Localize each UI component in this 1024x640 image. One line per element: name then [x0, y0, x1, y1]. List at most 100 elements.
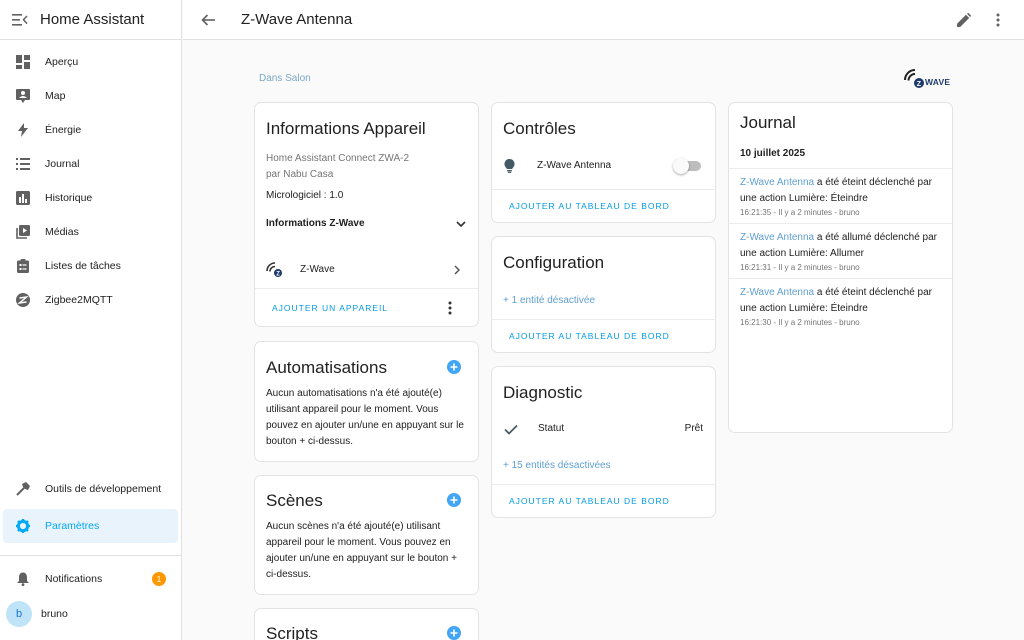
zwave-info-expander[interactable]: Informations Z-Wave — [266, 216, 466, 232]
logbook-entity-link[interactable]: Z-Wave Antenna — [740, 287, 814, 298]
zwave-integration-icon: Z — [266, 262, 288, 278]
list-icon — [15, 156, 31, 172]
status-label: Statut — [538, 423, 565, 434]
logbook-entries: Z-Wave Antenna a été éteint déclenché pa… — [729, 168, 952, 333]
automations-empty-text: Aucun automatisations n'a été ajouté(e) … — [266, 388, 464, 447]
device-model: Home Assistant Connect ZWA-2 — [266, 153, 410, 164]
dashboard-icon — [15, 54, 31, 70]
check-icon — [504, 424, 518, 435]
automations-title: Automatisations — [266, 358, 387, 377]
logbook-card: Journal 10 juillet 2025 Z-Wave Antenna a… — [728, 102, 953, 433]
sidebar-item-historique[interactable]: Historique — [3, 181, 178, 215]
controls-card: Contrôles Z-Wave Antenna AJOUTER AU TABL… — [491, 102, 716, 223]
sidebar-item-label: Énergie — [45, 124, 82, 136]
logbook-entry: Z-Wave Antenna a été éteint déclenché pa… — [729, 168, 952, 223]
add-to-dashboard-button[interactable]: AJOUTER AU TABLEAU DE BORD — [509, 331, 670, 341]
add-to-dashboard-button[interactable]: AJOUTER AU TABLEAU DE BORD — [509, 496, 670, 506]
scripts-card: Scripts — [254, 608, 479, 640]
lightning-icon — [15, 122, 31, 138]
sidebar-item-energie[interactable]: Énergie — [3, 113, 178, 147]
zwave-info-label: Informations Z-Wave — [266, 218, 365, 229]
user-profile[interactable]: b bruno — [0, 596, 181, 632]
logbook-entity-link[interactable]: Z-Wave Antenna — [740, 177, 814, 188]
add-scene-button[interactable] — [447, 493, 461, 507]
sidebar-item-listes-taches[interactable]: Listes de tâches — [3, 249, 178, 283]
sidebar-item-zigbee2mqtt[interactable]: Zigbee2MQTT — [3, 283, 178, 317]
sidebar-item-label: Aperçu — [45, 56, 79, 68]
notification-badge: 1 — [152, 572, 166, 586]
map-icon — [15, 88, 31, 104]
diagnostic-title: Diagnostic — [503, 383, 583, 402]
sidebar-item-label: Outils de développement — [45, 483, 162, 495]
sidebar-item-dev-tools[interactable]: Outils de développement — [3, 472, 178, 506]
play-box-icon — [15, 224, 31, 240]
scenes-title: Scènes — [266, 491, 323, 510]
sidebar-item-apercu[interactable]: Aperçu — [3, 45, 178, 79]
chevron-right-icon — [454, 265, 460, 275]
logbook-entity-link[interactable]: Z-Wave Antenna — [740, 232, 814, 243]
user-name: bruno — [41, 608, 68, 620]
disabled-entities-link[interactable]: + 15 entités désactivées — [503, 460, 611, 471]
bell-icon — [15, 571, 31, 587]
configuration-card: Configuration + 1 entité désactivée AJOU… — [491, 236, 716, 353]
add-automation-button[interactable] — [447, 360, 461, 374]
app-title: Home Assistant — [40, 11, 145, 28]
top-bar: Z-Wave Antenna — [183, 0, 1024, 40]
logo-text: WAVE — [925, 77, 951, 87]
sidebar-item-label: Paramètres — [45, 520, 100, 532]
zwave-logo: Z WAVE — [903, 68, 955, 92]
disabled-entities-link[interactable]: + 1 entité désactivée — [503, 295, 595, 306]
svg-text:Z: Z — [917, 81, 922, 88]
sidebar: Home Assistant Aperçu Map Énergie Journa… — [0, 0, 182, 640]
device-firmware: Micrologiciel : 1.0 — [266, 190, 344, 201]
sidebar-item-journal[interactable]: Journal — [3, 147, 178, 181]
area-link[interactable]: Dans Salon — [259, 73, 311, 84]
sidebar-header: Home Assistant — [0, 0, 181, 40]
logbook-title: Journal — [740, 113, 796, 132]
hammer-icon — [15, 481, 31, 497]
add-device-button[interactable]: AJOUTER UN APPAREIL — [272, 303, 388, 313]
logbook-entry-meta: 16:21:31 - Il y a 2 minutes - bruno — [740, 263, 860, 272]
pencil-icon[interactable] — [956, 12, 972, 28]
logbook-entry: Z-Wave Antenna a été éteint déclenché pa… — [729, 278, 952, 333]
sidebar-item-label: Médias — [45, 226, 79, 238]
sidebar-item-label: Zigbee2MQTT — [45, 294, 113, 306]
menu-collapse-icon[interactable] — [12, 12, 28, 28]
status-row[interactable]: Statut Prêt — [504, 421, 703, 437]
more-vertical-icon[interactable] — [448, 301, 452, 315]
configuration-title: Configuration — [503, 253, 605, 272]
logbook-entry-meta: 16:21:30 - Il y a 2 minutes - bruno — [740, 318, 860, 327]
avatar: b — [6, 601, 32, 627]
logbook-entry-meta: 16:21:35 - Il y a 2 minutes - bruno — [740, 208, 860, 217]
controls-actions: AJOUTER AU TABLEAU DE BORD — [492, 189, 715, 222]
sidebar-item-map[interactable]: Map — [3, 79, 178, 113]
back-arrow-icon[interactable] — [201, 12, 217, 28]
svg-text:Z: Z — [276, 272, 280, 278]
scenes-empty-text: Aucun scènes n'a été ajouté(e) utilisant… — [266, 521, 457, 580]
sidebar-divider — [0, 555, 181, 556]
integration-zwave-row[interactable]: Z Z-Wave — [266, 261, 460, 279]
clipboard-list-icon — [15, 258, 31, 274]
sidebar-item-parametres[interactable]: Paramètres — [3, 509, 178, 543]
scripts-title: Scripts — [266, 624, 318, 640]
device-info-actions: AJOUTER UN APPAREIL — [255, 288, 478, 326]
sidebar-item-medias[interactable]: Médias — [3, 215, 178, 249]
entity-toggle[interactable] — [673, 158, 701, 174]
entity-name: Z-Wave Antenna — [537, 160, 612, 171]
chart-bar-icon — [15, 190, 31, 206]
entity-row-zwave-antenna[interactable]: Z-Wave Antenna — [504, 157, 701, 175]
chevron-down-icon — [456, 220, 466, 228]
configuration-actions: AJOUTER AU TABLEAU DE BORD — [492, 319, 715, 352]
logbook-date: 10 juillet 2025 — [740, 148, 806, 159]
add-script-button[interactable] — [447, 626, 461, 640]
sidebar-item-label: Notifications — [45, 573, 103, 585]
gear-icon — [15, 518, 31, 534]
status-value: Prêt — [684, 423, 703, 434]
sidebar-item-label: Listes de tâches — [45, 260, 121, 272]
top-actions — [938, 12, 1006, 28]
add-to-dashboard-button[interactable]: AJOUTER AU TABLEAU DE BORD — [509, 201, 670, 211]
page-title: Z-Wave Antenna — [241, 11, 353, 28]
sidebar-item-notifications[interactable]: Notifications 1 — [3, 562, 178, 596]
more-vertical-icon[interactable] — [990, 12, 1006, 28]
lightbulb-icon — [504, 159, 515, 173]
